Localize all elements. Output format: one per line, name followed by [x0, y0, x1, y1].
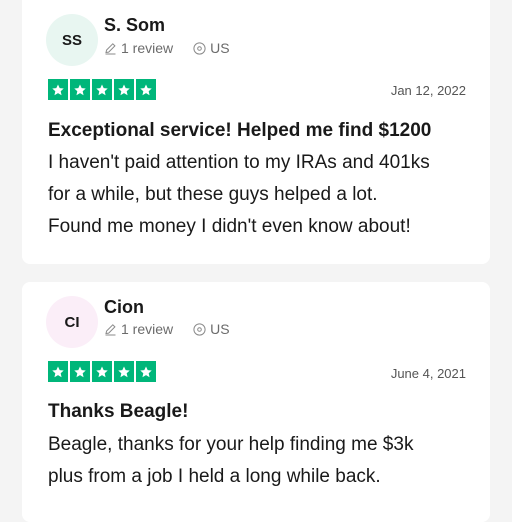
star-icon: [48, 361, 68, 382]
star-rating: [48, 79, 156, 100]
review-count: 1 review: [121, 321, 174, 337]
review-card: SS S. Som 1 review US Jan 12, 2022 Excep…: [22, 0, 490, 264]
location-pin-icon: [193, 322, 206, 336]
review-body-line: Found me money I didn't even know about!: [48, 216, 411, 237]
review-title[interactable]: Thanks Beagle!: [48, 401, 188, 423]
review-body-line: I haven't paid attention to my IRAs and …: [48, 152, 430, 173]
star-icon: [48, 79, 68, 100]
reviewer-meta: 1 review US: [104, 321, 230, 337]
review-body-line: for a while, but these guys helped a lot…: [48, 184, 378, 205]
review-count: 1 review: [121, 40, 174, 56]
review-date: Jan 12, 2022: [390, 83, 466, 98]
avatar[interactable]: CI: [46, 296, 98, 348]
location-pin-icon: [193, 41, 206, 55]
star-icon: [114, 79, 134, 100]
reviewer-name[interactable]: Cion: [104, 297, 144, 318]
star-rating: [48, 361, 156, 382]
avatar[interactable]: SS: [46, 14, 98, 66]
star-icon: [92, 79, 112, 100]
star-icon: [70, 79, 90, 100]
review-title[interactable]: Exceptional service! Helped me find $120…: [48, 120, 431, 142]
reviewer-country: US: [210, 40, 230, 56]
review-card: CI Cion 1 review US June 4, 2021 Thanks …: [22, 282, 490, 522]
star-icon: [92, 361, 112, 382]
star-icon: [136, 79, 156, 100]
pencil-icon: [105, 42, 116, 54]
review-body-line: Beagle, thanks for your help finding me …: [48, 434, 414, 455]
pencil-icon: [105, 323, 116, 335]
star-icon: [114, 361, 134, 382]
reviewer-name[interactable]: S. Som: [104, 15, 165, 36]
reviewer-meta: 1 review US: [104, 40, 230, 56]
star-icon: [70, 361, 90, 382]
review-body-line: plus from a job I held a long while back…: [48, 466, 381, 487]
star-icon: [136, 361, 156, 382]
review-date: June 4, 2021: [390, 366, 466, 381]
reviewer-country: US: [210, 321, 230, 337]
